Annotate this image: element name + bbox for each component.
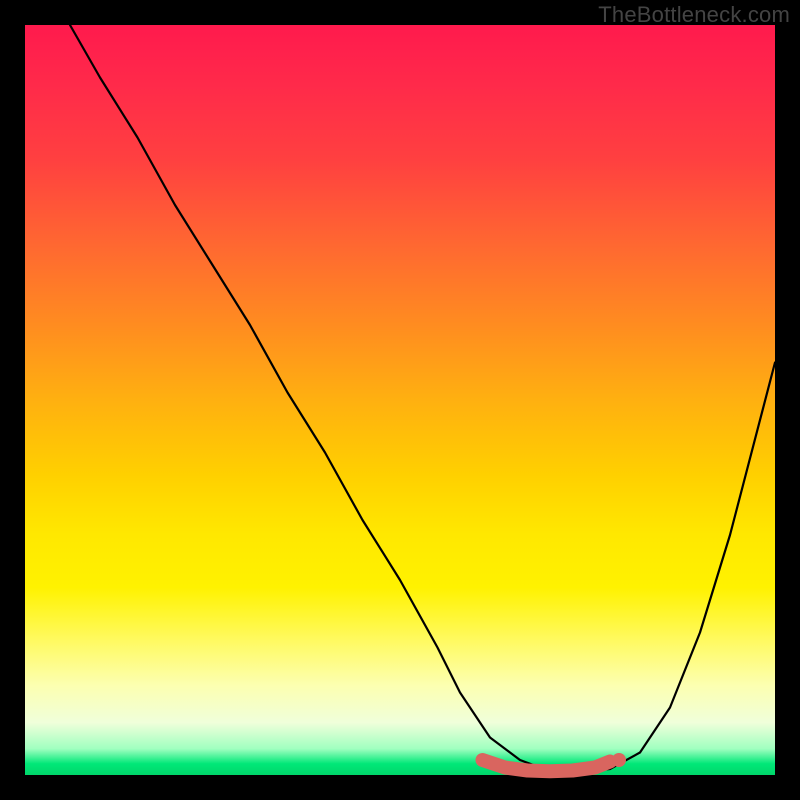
optimal-range-end-dot [612,753,626,767]
watermark-text: TheBottleneck.com [598,2,790,28]
bottleneck-curve-line [70,25,775,771]
chart-container: TheBottleneck.com [0,0,800,800]
chart-svg [25,25,775,775]
optimal-range-line [483,760,611,771]
